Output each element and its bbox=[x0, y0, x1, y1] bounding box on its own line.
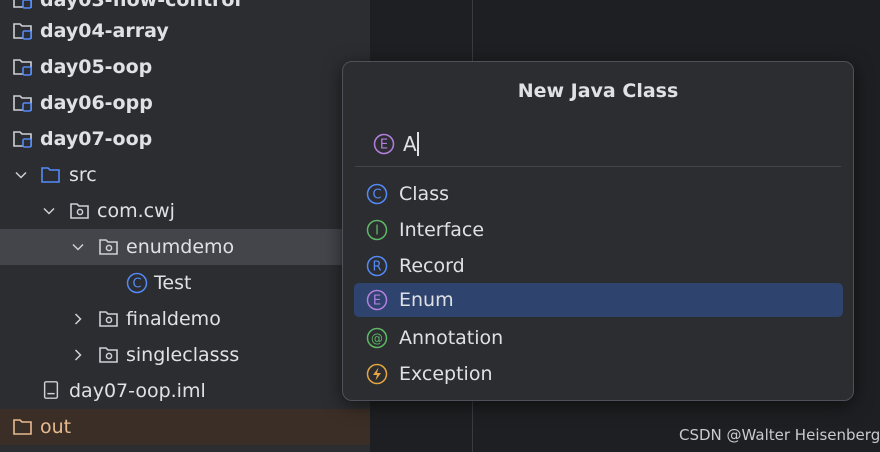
dialog-title: New Java Class bbox=[517, 80, 679, 102]
kind-label: Interface bbox=[399, 219, 485, 241]
chevron-right-icon[interactable] bbox=[72, 349, 84, 361]
tree-item-out[interactable]: out bbox=[0, 409, 370, 445]
kind-item-record[interactable]: R Record bbox=[354, 249, 843, 283]
tree-item-iml[interactable]: day07-oop.iml bbox=[0, 373, 370, 409]
interface-icon: I bbox=[366, 219, 388, 241]
tree-item-label: day05-oop bbox=[40, 56, 153, 78]
class-name-field[interactable]: E bbox=[369, 124, 839, 164]
svg-text:R: R bbox=[372, 260, 381, 275]
record-icon: R bbox=[366, 255, 388, 277]
package-icon bbox=[99, 347, 118, 363]
divider bbox=[355, 166, 841, 167]
kind-item-annotation[interactable]: @ Annotation bbox=[354, 321, 843, 355]
kind-label: Enum bbox=[399, 289, 454, 311]
tree-item-day04[interactable]: day04-array bbox=[0, 13, 370, 49]
text-caret bbox=[417, 132, 419, 156]
chevron-down-icon[interactable] bbox=[43, 205, 55, 217]
tree-item-com-cwj[interactable]: com.cwj bbox=[0, 193, 370, 229]
enum-icon: E bbox=[373, 133, 395, 155]
module-folder-icon bbox=[13, 23, 32, 40]
excluded-folder-icon bbox=[13, 419, 32, 435]
annotation-icon: @ bbox=[366, 327, 388, 349]
tree-item-src[interactable]: src bbox=[0, 157, 370, 193]
exception-icon bbox=[366, 363, 388, 385]
tree-item-label: day07-oop bbox=[40, 128, 153, 150]
module-folder-icon bbox=[13, 131, 32, 148]
tree-item-label: out bbox=[40, 416, 72, 438]
tree-item-label: day07-oop.iml bbox=[69, 380, 206, 402]
kind-item-interface[interactable]: I Interface bbox=[354, 213, 843, 247]
class-icon: C bbox=[126, 272, 148, 294]
module-folder-icon bbox=[13, 0, 32, 9]
tree-item-label: enumdemo bbox=[126, 236, 235, 258]
enum-icon: E bbox=[366, 289, 388, 311]
tree-item-day07[interactable]: day07-oop bbox=[0, 121, 370, 157]
tree-item-finaldemo[interactable]: finaldemo bbox=[0, 301, 370, 337]
kind-label: Class bbox=[399, 183, 449, 205]
package-icon bbox=[99, 311, 118, 327]
tree-item-label: singleclasss bbox=[126, 344, 240, 366]
svg-text:I: I bbox=[375, 224, 379, 239]
tree-item-enumdemo[interactable]: enumdemo bbox=[0, 229, 370, 265]
svg-text:E: E bbox=[373, 294, 381, 309]
class-name-input[interactable] bbox=[403, 128, 803, 160]
package-icon bbox=[99, 239, 118, 255]
tree-item-label: day04-array bbox=[40, 20, 169, 42]
iml-file-icon bbox=[43, 381, 59, 399]
svg-text:@: @ bbox=[371, 332, 383, 346]
kind-label: Exception bbox=[399, 363, 493, 385]
tree-item-label: com.cwj bbox=[97, 200, 175, 222]
tree-item-label: finaldemo bbox=[126, 308, 221, 330]
tree-item-label: Test bbox=[154, 272, 192, 294]
svg-text:C: C bbox=[372, 188, 381, 203]
tree-item-label: day06-opp bbox=[40, 92, 153, 114]
project-tree: day03-flow-control day04-array day05-oop… bbox=[0, 0, 370, 452]
tree-item-day06[interactable]: day06-opp bbox=[0, 85, 370, 121]
svg-text:E: E bbox=[380, 138, 388, 153]
tree-item-singleclasss[interactable]: singleclasss bbox=[0, 337, 370, 373]
module-folder-icon bbox=[13, 95, 32, 112]
kind-label: Record bbox=[399, 255, 465, 277]
class-icon: C bbox=[366, 183, 388, 205]
kind-item-class[interactable]: C Class bbox=[354, 177, 843, 211]
kind-item-exception[interactable]: Exception bbox=[354, 357, 843, 391]
svg-text:C: C bbox=[132, 277, 141, 292]
kind-item-enum[interactable]: E Enum bbox=[354, 283, 843, 317]
chevron-down-icon[interactable] bbox=[72, 241, 84, 253]
chevron-right-icon[interactable] bbox=[72, 313, 84, 325]
tree-item-test[interactable]: C Test bbox=[0, 265, 370, 301]
new-java-class-dialog: New Java Class E C Class I Interface R R… bbox=[342, 61, 854, 401]
watermark: CSDN @Walter Heisenberg bbox=[679, 426, 880, 444]
kind-label: Annotation bbox=[399, 327, 504, 349]
source-folder-icon bbox=[41, 167, 60, 183]
chevron-down-icon[interactable] bbox=[15, 169, 27, 181]
module-folder-icon bbox=[13, 59, 32, 76]
package-icon bbox=[70, 203, 89, 219]
tree-item-day05[interactable]: day05-oop bbox=[0, 49, 370, 85]
tree-item-label: src bbox=[69, 164, 97, 186]
